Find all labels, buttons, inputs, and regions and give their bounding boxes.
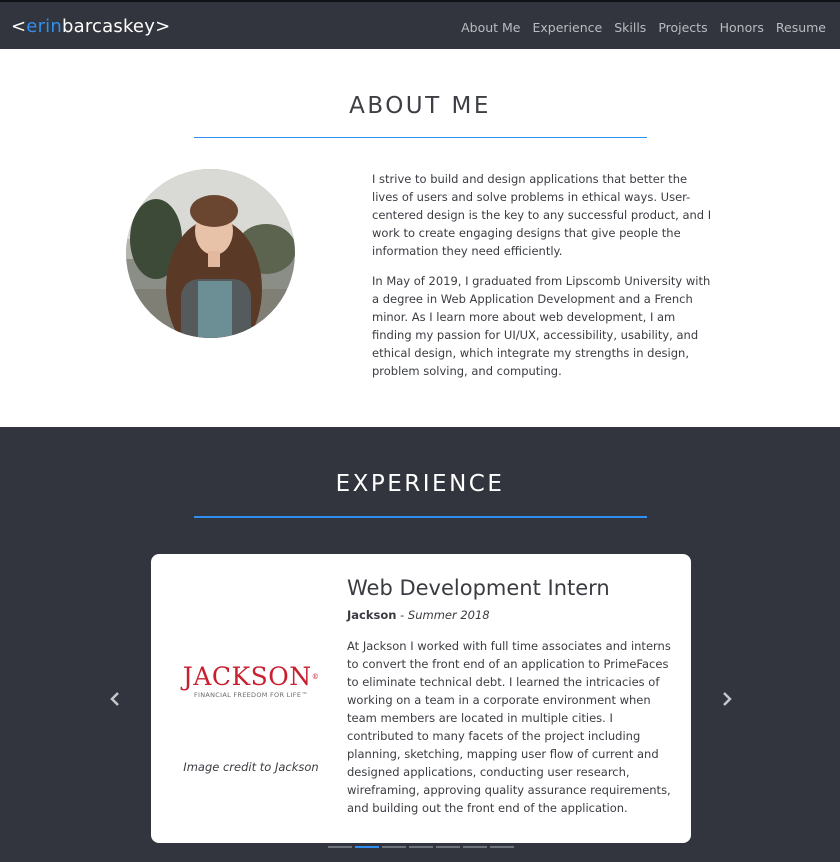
about-paragraph-2: In May of 2019, I graduated from Lipscom…: [372, 274, 711, 378]
experience-divider: [194, 516, 647, 518]
company-name: Jackson: [347, 608, 397, 622]
brand-accent: erin: [26, 16, 62, 37]
job-dates: Summer 2018: [407, 608, 490, 622]
brand-rest: barcaskey: [61, 16, 156, 37]
carousel-indicators: [328, 846, 514, 848]
carousel-indicator[interactable]: [490, 846, 514, 848]
image-credit: Image credit to Jackson: [183, 760, 319, 774]
about-divider: [194, 137, 647, 138]
company-logo: JACKSON® FINANCIAL FREEDOM FOR LIFE™: [181, 662, 321, 700]
nav-link-about-me[interactable]: About Me: [461, 20, 520, 35]
nav-link-honors[interactable]: Honors: [720, 20, 764, 35]
job-title: Web Development Intern: [347, 576, 610, 600]
carousel-indicator[interactable]: [436, 846, 460, 848]
logo-registered: ®: [311, 673, 320, 681]
carousel-indicator[interactable]: [355, 846, 379, 848]
nav-link-experience[interactable]: Experience: [532, 20, 602, 35]
brand-logo[interactable]: <erinbarcaskey>: [11, 16, 170, 37]
carousel-indicator[interactable]: [382, 846, 406, 848]
carousel-indicator[interactable]: [409, 846, 433, 848]
chevron-left-icon[interactable]: [105, 689, 125, 709]
job-meta: Jackson - Summer 2018: [347, 608, 490, 622]
job-description: At Jackson I worked with full time assoc…: [347, 639, 671, 815]
nav-link-resume[interactable]: Resume: [776, 20, 826, 35]
profile-photo: [126, 169, 295, 338]
carousel-indicator[interactable]: [463, 846, 487, 848]
about-section: ABOUT ME I strive to build and design ap…: [0, 49, 840, 427]
logo-tagline: FINANCIAL FREEDOM FOR LIFE™: [193, 691, 309, 699]
nav-link-skills[interactable]: Skills: [614, 20, 646, 35]
about-title: ABOUT ME: [349, 93, 491, 119]
nav-link-projects[interactable]: Projects: [658, 20, 707, 35]
about-text: I strive to build and design application…: [372, 170, 712, 392]
experience-card: JACKSON® FINANCIAL FREEDOM FOR LIFE™ Ima…: [151, 554, 691, 843]
experience-section: EXPERIENCE JACKSON® FINANCIAL FREEDOM FO…: [0, 427, 840, 862]
about-paragraph-1: I strive to build and design application…: [372, 172, 712, 258]
chevron-right-icon[interactable]: [717, 689, 737, 709]
logo-word: JACKSON: [182, 662, 312, 691]
meta-separator: -: [396, 608, 408, 622]
carousel-indicator[interactable]: [328, 846, 352, 848]
experience-title: EXPERIENCE: [335, 471, 505, 497]
nav-links: About Me Experience Skills Projects Hono…: [449, 20, 826, 35]
brand-open-bracket: <: [11, 16, 27, 37]
top-navbar: <erinbarcaskey> About Me Experience Skil…: [0, 0, 840, 49]
brand-close-bracket: >: [155, 16, 171, 37]
